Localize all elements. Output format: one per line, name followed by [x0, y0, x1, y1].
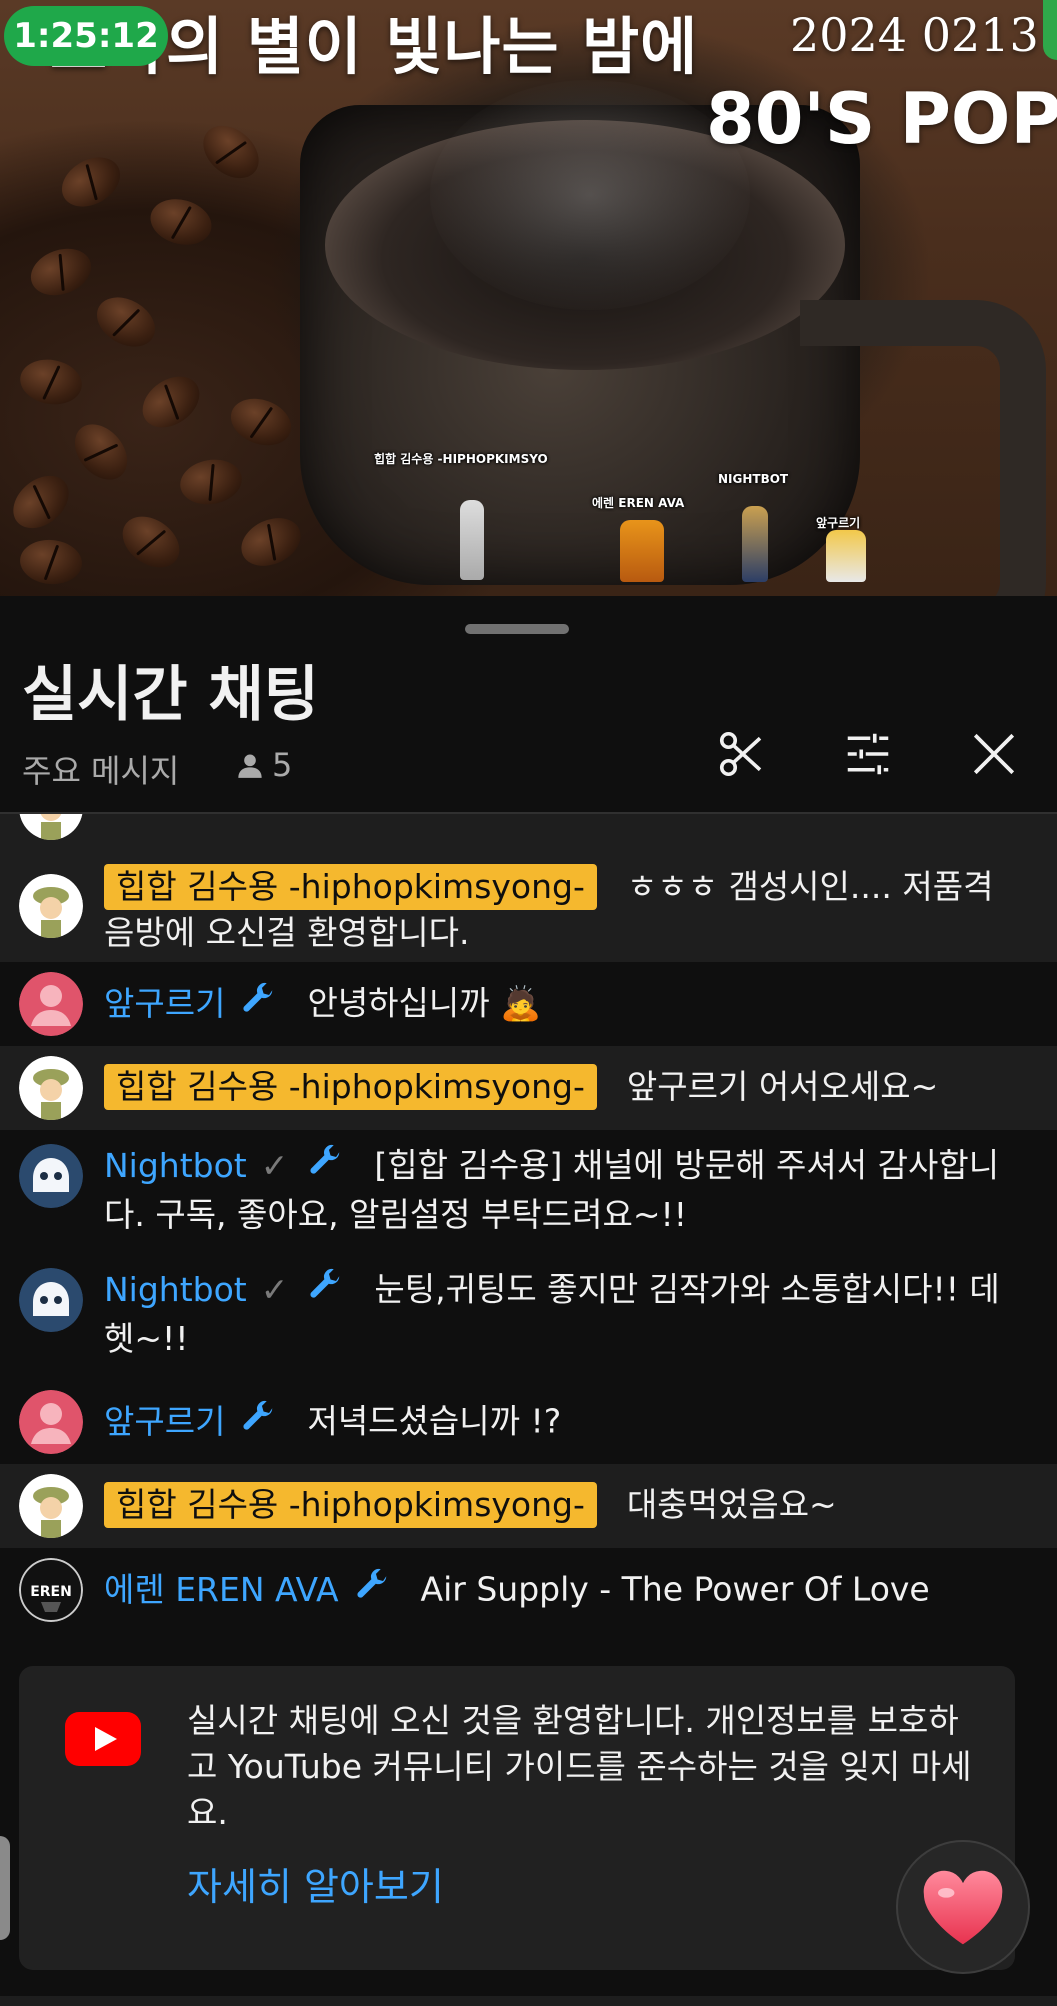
soldier-avatar-icon [19, 874, 83, 938]
message-text: 대충먹었음요~ [626, 1485, 837, 1524]
chat-message: 힙합 김수용 -hiphopkimsyong- 대충먹었음요~ [0, 1464, 1057, 1548]
close-button[interactable] [962, 722, 1026, 786]
stream-avatar [826, 530, 866, 582]
avatar [19, 814, 83, 840]
wrench-icon [356, 1568, 386, 1598]
author-chip[interactable]: 힙합 김수용 -hiphopkimsyong- [104, 1064, 597, 1110]
eren-avatar-icon: EREN [19, 1558, 83, 1622]
stream-avatar [620, 520, 664, 582]
drag-handle[interactable] [465, 624, 569, 634]
welcome-card: 실시간 채팅에 오신 것을 환영합니다. 개인정보를 보호하고 YouTube … [19, 1666, 1015, 1970]
wrench-icon [243, 1400, 273, 1430]
avatar[interactable]: EREN [19, 1558, 83, 1622]
learn-more-link[interactable]: 자세히 알아보기 [187, 1856, 444, 1911]
chat-message: Nightbot ✓ [힙합 김수용] 채널에 방문해 주셔서 감사합니다. 구독… [0, 1130, 1057, 1256]
stream-avatar-label: 힙합 김수용 -HIPHOPKIMSYO [374, 452, 548, 466]
message-text: 앞구르기 어서오세요~ [626, 1067, 939, 1106]
chat-mode-selector[interactable]: 주요 메시지 [22, 746, 179, 792]
message-text: Air Supply - The Power Of Love [420, 1569, 930, 1609]
chat-title: 실시간 채팅 [22, 660, 319, 730]
heart-icon [923, 1870, 1003, 1945]
filter-button[interactable] [836, 722, 900, 786]
nightbot-avatar-icon [19, 1144, 83, 1208]
chat-message [0, 814, 1057, 860]
avatar[interactable] [19, 1268, 83, 1332]
author-name[interactable]: Nightbot [104, 1270, 247, 1309]
wrench-icon [243, 982, 273, 1012]
svg-text:EREN: EREN [30, 1584, 72, 1600]
default-avatar-icon [19, 1390, 83, 1454]
author-name[interactable]: 앞구르기 [104, 984, 225, 1023]
message-text: 안녕하십니까 🙇 [307, 983, 542, 1023]
chat-message: Nightbot ✓ 눈팅,귀팅도 좋지만 김작가와 소통합시다!! 데헷~!! [0, 1256, 1057, 1380]
chat-message: EREN 에렌 EREN AVA Air Supply - The Power … [0, 1548, 1057, 1632]
chat-message: 앞구르기 안녕하십니까 🙇 [0, 962, 1057, 1046]
default-avatar-icon [19, 972, 83, 1036]
video-date: 2024 0213 [790, 8, 1039, 62]
author-name[interactable]: 앞구르기 [104, 1402, 225, 1441]
avatar[interactable] [19, 1144, 83, 1208]
soldier-avatar-icon [19, 1056, 83, 1120]
reaction-button[interactable] [896, 1840, 1030, 1974]
author-name[interactable]: Nightbot [104, 1146, 247, 1185]
wrench-icon [310, 1144, 340, 1174]
welcome-text: 실시간 채팅에 오신 것을 환영합니다. 개인정보를 보호하고 YouTube … [187, 1701, 972, 1832]
wrench-icon [310, 1268, 340, 1298]
author-chip[interactable]: 힙합 김수용 -hiphopkimsyong- [104, 1482, 597, 1528]
chat-message: 앞구르기 저녁드셨습니까 !? [0, 1380, 1057, 1464]
message-text: 저녁드셨습니까 !? [307, 1401, 562, 1441]
avatar[interactable] [19, 1474, 83, 1538]
video-subtitle: 80'S POP [706, 78, 1057, 160]
stream-avatar [460, 500, 484, 580]
video-player[interactable]: 조각의 별이 빛나는 밤에 2024 0213 80'S POP 1:25:12… [0, 0, 1057, 596]
avatar[interactable] [19, 972, 83, 1036]
stream-avatar-label: 에렌 EREN AVA [592, 496, 685, 510]
viewer-count-value: 5 [272, 746, 293, 784]
author-name[interactable]: 에렌 EREN AVA [104, 1570, 339, 1609]
side-handle[interactable] [0, 1836, 10, 1940]
author-chip[interactable]: 힙합 김수용 -hiphopkimsyong- [104, 864, 597, 910]
sliders-icon [847, 733, 889, 775]
live-chat-panel: 실시간 채팅 주요 메시지 5 힙합 김수용 -hiphopkimsyong- … [0, 598, 1057, 2006]
soldier-avatar-icon [19, 1474, 83, 1538]
avatar[interactable] [19, 874, 83, 938]
viewer-count: 5 [236, 746, 292, 784]
stream-avatar-label: 앞구르기 [816, 516, 861, 530]
clip-button[interactable] [710, 722, 774, 786]
person-icon [238, 754, 262, 778]
avatar[interactable] [19, 1056, 83, 1120]
youtube-logo-icon [65, 1712, 141, 1766]
checkmark-icon: ✓ [260, 1269, 289, 1309]
scissors-icon [719, 731, 762, 777]
avatar[interactable] [19, 1390, 83, 1454]
nightbot-avatar-icon [19, 1268, 83, 1332]
close-icon [973, 733, 1015, 775]
checkmark-icon: ✓ [260, 1145, 289, 1185]
chat-message: 힙합 김수용 -hiphopkimsyong- ㅎㅎㅎ 갬성시인.... 저품격 … [0, 860, 1057, 962]
stream-avatar-label: NIGHTBOT [718, 472, 789, 486]
timer-badge: 1:25:12 [4, 6, 168, 66]
stream-avatar [742, 506, 768, 582]
chat-message: 힙합 김수용 -hiphopkimsyong- 앞구르기 어서오세요~ [0, 1046, 1057, 1130]
